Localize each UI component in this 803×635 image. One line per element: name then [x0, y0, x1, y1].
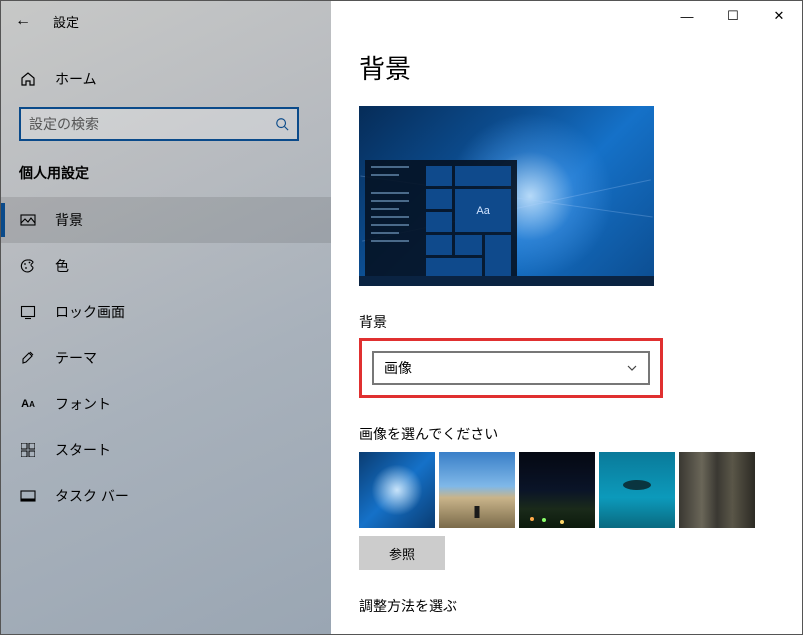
lock-screen-icon — [19, 303, 37, 321]
sidebar-item-fonts[interactable]: AA フォント — [1, 381, 331, 427]
sidebar-item-taskbar[interactable]: タスク バー — [1, 473, 331, 519]
sidebar-item-label: スタート — [55, 440, 111, 460]
search-icon — [275, 117, 289, 131]
taskbar-icon — [19, 487, 37, 505]
window-controls: — ☐ ✕ — [664, 1, 802, 31]
thumbnail-4[interactable] — [599, 452, 675, 528]
sidebar-header: ← 設定 — [1, 1, 331, 41]
preview-start-panel: Aa — [365, 160, 517, 276]
fit-label: 調整方法を選ぶ — [359, 596, 774, 616]
desktop-preview: Aa — [359, 106, 654, 286]
browse-button[interactable]: 参照 — [359, 536, 445, 570]
page-title: 背景 — [359, 49, 774, 86]
search-container — [1, 107, 331, 141]
dropdown-value: 画像 — [384, 358, 412, 378]
preview-taskbar — [359, 276, 654, 286]
category-label: 個人用設定 — [1, 163, 331, 183]
picture-thumbnails — [359, 452, 774, 528]
sidebar-item-label: テーマ — [55, 348, 97, 368]
window-title: 設定 — [53, 12, 79, 31]
background-type-dropdown[interactable]: 画像 — [372, 351, 650, 385]
choose-picture-label: 画像を選んでください — [359, 424, 774, 444]
sidebar-item-colors[interactable]: 色 — [1, 243, 331, 289]
highlight-annotation: 画像 — [359, 338, 663, 398]
home-nav[interactable]: ホーム — [1, 59, 331, 99]
font-icon: AA — [19, 395, 37, 413]
palette-icon — [19, 257, 37, 275]
search-box[interactable] — [19, 107, 299, 141]
sidebar-item-label: 背景 — [55, 210, 83, 230]
home-icon — [19, 71, 37, 87]
search-input[interactable] — [29, 116, 275, 132]
thumbnail-5[interactable] — [679, 452, 755, 528]
back-arrow-icon[interactable]: ← — [15, 12, 31, 30]
sidebar: ← 設定 ホーム 個人用設定 背景 — [1, 1, 331, 634]
sidebar-item-start[interactable]: スタート — [1, 427, 331, 473]
image-icon — [19, 211, 37, 229]
sidebar-item-themes[interactable]: テーマ — [1, 335, 331, 381]
sidebar-item-label: ロック画面 — [55, 302, 125, 322]
thumbnail-2[interactable] — [439, 452, 515, 528]
main-content: — ☐ ✕ 背景 Aa — [331, 1, 802, 634]
sidebar-nav: 背景 色 ロック画面 テーマ — [1, 197, 331, 519]
sidebar-item-label: タスク バー — [55, 486, 129, 506]
settings-window: ← 設定 ホーム 個人用設定 背景 — [0, 0, 803, 635]
preview-aa-tile: Aa — [455, 189, 511, 232]
maximize-button[interactable]: ☐ — [710, 1, 756, 31]
thumbnail-3[interactable] — [519, 452, 595, 528]
close-button[interactable]: ✕ — [756, 1, 802, 31]
thumbnail-1[interactable] — [359, 452, 435, 528]
background-label: 背景 — [359, 312, 774, 332]
sidebar-item-lockscreen[interactable]: ロック画面 — [1, 289, 331, 335]
home-label: ホーム — [55, 69, 97, 89]
start-icon — [19, 441, 37, 459]
sidebar-item-background[interactable]: 背景 — [1, 197, 331, 243]
minimize-button[interactable]: — — [664, 1, 710, 31]
sidebar-item-label: 色 — [55, 256, 69, 276]
main-inner: 背景 Aa — [331, 1, 802, 616]
theme-icon — [19, 349, 37, 367]
sidebar-item-label: フォント — [55, 394, 111, 414]
chevron-down-icon — [626, 362, 638, 374]
